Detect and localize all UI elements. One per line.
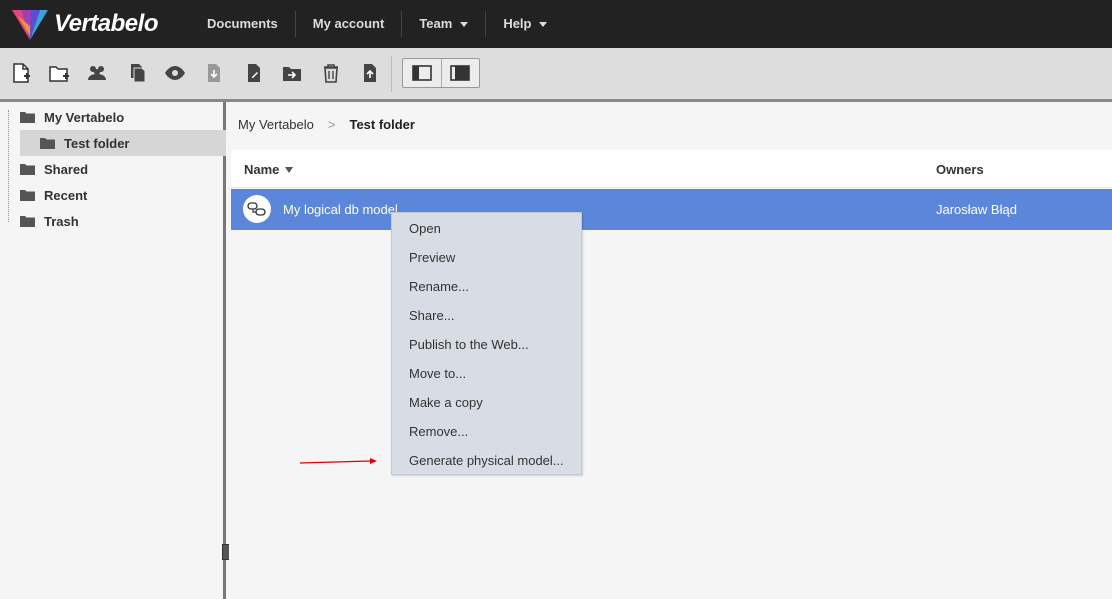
- tree-item-my-vertabelo[interactable]: My Vertabelo: [20, 104, 124, 130]
- column-header-name-label: Name: [244, 162, 280, 177]
- tree-item-label: Shared: [44, 161, 89, 177]
- preview-eye-icon[interactable]: [162, 60, 188, 86]
- annotation-arrow-icon: [299, 458, 377, 464]
- breadcrumb-separator: >: [327, 117, 336, 132]
- document-name: My logical db model: [283, 202, 398, 217]
- menu-item-remove[interactable]: Remove...: [392, 417, 581, 446]
- logical-model-icon: [243, 195, 271, 223]
- top-bar: Vertabelo Documents My account Team Help: [0, 0, 1112, 48]
- folder-icon: [40, 138, 55, 149]
- breadcrumb-current: Test folder: [349, 117, 415, 132]
- tree-item-recent[interactable]: Recent: [20, 182, 87, 208]
- tree-item-label: Test folder: [64, 135, 130, 151]
- left-panel-button[interactable]: [403, 59, 442, 87]
- tree-connector: [8, 110, 9, 222]
- nav-my-account-label: My account: [312, 16, 385, 31]
- vertabelo-logo-icon: [12, 10, 48, 40]
- column-header-owners[interactable]: Owners: [936, 162, 984, 177]
- menu-item-move[interactable]: Move to...: [392, 359, 581, 388]
- main-nav: Documents My account Team Help: [190, 0, 564, 48]
- column-header-name[interactable]: Name: [244, 162, 294, 177]
- sort-desc-icon: [285, 166, 294, 173]
- nav-team[interactable]: Team: [402, 11, 487, 37]
- app-name: Vertabelo: [54, 10, 158, 37]
- tree-item-label: Trash: [44, 213, 79, 229]
- menu-item-open[interactable]: Open: [392, 214, 581, 243]
- edit-icon[interactable]: [241, 60, 267, 86]
- folder-icon: [20, 216, 35, 227]
- toolbar: [0, 48, 1112, 102]
- context-menu: Open Preview Rename... Share... Publish …: [391, 212, 582, 475]
- tree-item-shared[interactable]: Shared: [20, 156, 88, 182]
- breadcrumb: My Vertabelo > Test folder: [238, 117, 415, 132]
- tree-item-label: My Vertabelo: [44, 109, 125, 125]
- folder-tree-sidebar: My Vertabelo Test folder Shared Recent T…: [0, 102, 226, 599]
- menu-item-make-copy[interactable]: Make a copy: [392, 388, 581, 417]
- menu-item-share[interactable]: Share...: [392, 301, 581, 330]
- folder-icon: [20, 190, 35, 201]
- document-list-header: Name Owners: [231, 150, 1112, 188]
- tree-item-trash[interactable]: Trash: [20, 208, 79, 234]
- main-content: My Vertabelo > Test folder Name Owners M…: [229, 102, 1112, 599]
- menu-item-rename[interactable]: Rename...: [392, 272, 581, 301]
- table-row[interactable]: My logical db model Jarosław Błąd: [231, 189, 1112, 230]
- menu-item-preview[interactable]: Preview: [392, 243, 581, 272]
- right-panel-icon: [450, 65, 471, 81]
- new-document-icon[interactable]: [8, 60, 34, 86]
- nav-documents[interactable]: Documents: [190, 11, 296, 37]
- chevron-down-icon: [539, 21, 548, 27]
- nav-team-label: Team: [419, 16, 453, 31]
- folder-icon: [20, 164, 35, 175]
- left-panel-icon: [411, 65, 432, 81]
- tree-item-label: Recent: [44, 187, 88, 203]
- toolbar-separator: [391, 56, 392, 92]
- breadcrumb-root[interactable]: My Vertabelo: [238, 117, 314, 132]
- download-icon[interactable]: [201, 60, 227, 86]
- menu-item-generate-physical-model[interactable]: Generate physical model...: [392, 446, 581, 475]
- move-to-folder-icon[interactable]: [279, 60, 305, 86]
- folder-icon: [20, 112, 35, 123]
- right-panel-button[interactable]: [442, 59, 480, 87]
- chevron-down-icon: [460, 21, 469, 27]
- tree-item-test-folder[interactable]: Test folder: [40, 130, 130, 156]
- trash-icon[interactable]: [318, 60, 344, 86]
- nav-help[interactable]: Help: [486, 11, 564, 37]
- copy-icon[interactable]: [124, 60, 150, 86]
- panel-view-toggle: [402, 58, 480, 88]
- menu-item-publish[interactable]: Publish to the Web...: [392, 330, 581, 359]
- upload-icon[interactable]: [357, 60, 383, 86]
- vertabelo-logo[interactable]: Vertabelo: [10, 6, 158, 42]
- nav-documents-label: Documents: [207, 16, 278, 31]
- nav-my-account[interactable]: My account: [296, 11, 403, 37]
- nav-help-label: Help: [503, 16, 532, 31]
- new-folder-icon[interactable]: [46, 60, 72, 86]
- document-owner: Jarosław Błąd: [936, 202, 1017, 217]
- users-icon[interactable]: [84, 60, 110, 86]
